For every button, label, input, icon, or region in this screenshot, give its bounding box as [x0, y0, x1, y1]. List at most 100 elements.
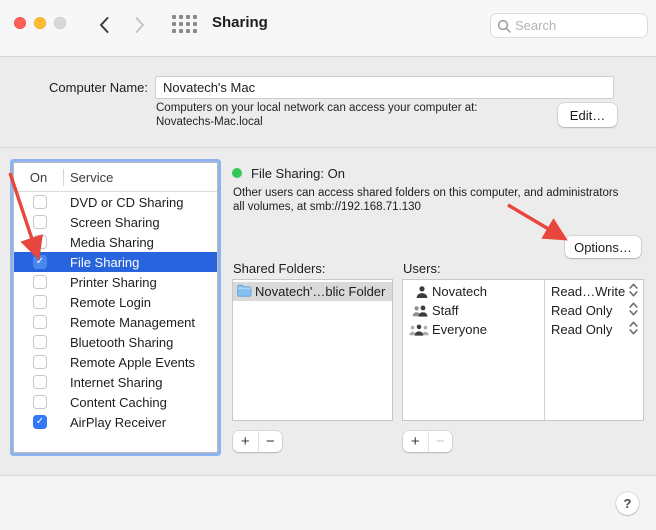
service-row-internet-sharing[interactable]: Internet Sharing — [14, 372, 217, 392]
service-row-bluetooth-sharing[interactable]: Bluetooth Sharing — [14, 332, 217, 352]
services-list: On Service DVD or CD Sharing Screen Shari… — [14, 163, 217, 452]
shared-folders-add-remove: + − — [233, 431, 282, 452]
service-checkbox[interactable] — [33, 215, 47, 229]
service-label: Media Sharing — [70, 235, 154, 250]
column-header-service: Service — [63, 170, 113, 185]
remove-user-button-disabled: − — [428, 431, 453, 452]
search-icon — [497, 19, 511, 33]
permission-stepper-icon[interactable] — [629, 301, 638, 320]
services-header: On Service — [14, 163, 217, 192]
shared-folders-label: Shared Folders: — [233, 261, 326, 276]
column-separator — [63, 169, 64, 186]
users-label: Users: — [403, 261, 441, 276]
service-label: Bluetooth Sharing — [70, 335, 173, 350]
back-button[interactable] — [91, 12, 117, 38]
user-permission-cell: Read Only — [543, 320, 643, 339]
shared-folder-row[interactable]: Novatech'…blic Folder — [233, 282, 392, 301]
description-line-2: all volumes, at smb://192.168.71.130 — [233, 201, 647, 215]
user-name: Novatech — [432, 284, 487, 299]
user-row-novatech[interactable]: Novatech Read…Write — [403, 282, 643, 301]
add-user-button[interactable]: + — [403, 431, 428, 452]
shared-folder-name: Novatech'…blic Folder — [255, 284, 385, 299]
column-header-on: On — [14, 170, 63, 185]
sharing-preferences-window: Sharing Computer Name: Computers on your… — [0, 0, 656, 530]
forward-button[interactable] — [127, 12, 153, 38]
computer-name-help: Computers on your local network can acce… — [156, 101, 478, 129]
users-column-divider — [544, 280, 545, 420]
edit-button[interactable]: Edit… — [558, 103, 617, 127]
user-row-staff[interactable]: Staff Read Only — [403, 301, 643, 320]
service-label: Remote Management — [70, 315, 195, 330]
help-button[interactable]: ? — [616, 492, 639, 515]
users-group-icon — [405, 323, 429, 336]
service-checkbox[interactable] — [33, 395, 47, 409]
folder-icon — [237, 284, 252, 300]
service-label: Internet Sharing — [70, 375, 163, 390]
options-button[interactable]: Options… — [565, 236, 641, 258]
permission-stepper-icon[interactable] — [629, 320, 638, 339]
title-bar: Sharing — [0, 0, 656, 57]
status-green-dot-icon — [232, 168, 242, 178]
user-name: Everyone — [432, 322, 487, 337]
service-row-remote-login[interactable]: Remote Login — [14, 292, 217, 312]
search-field[interactable] — [490, 13, 648, 38]
help-line-2: Novatechs-Mac.local — [156, 115, 478, 129]
service-label: Remote Apple Events — [70, 355, 195, 370]
service-checkbox[interactable] — [33, 295, 47, 309]
service-checkbox[interactable] — [33, 235, 47, 249]
service-row-content-caching[interactable]: Content Caching — [14, 392, 217, 412]
file-sharing-status-title: File Sharing: On — [251, 166, 345, 181]
zoom-button-disabled — [54, 17, 66, 29]
service-row-remote-management[interactable]: Remote Management — [14, 312, 217, 332]
service-checkbox[interactable] — [33, 315, 47, 329]
service-checkbox[interactable] — [33, 335, 47, 349]
service-row-printer-sharing[interactable]: Printer Sharing — [14, 272, 217, 292]
users-list[interactable]: NovatechRead…WriteStaffRead OnlyEveryone… — [402, 279, 644, 421]
service-label: Content Caching — [70, 395, 167, 410]
add-folder-button[interactable]: + — [233, 431, 258, 452]
service-checkbox[interactable]: ✓ — [33, 255, 47, 269]
service-row-media-sharing[interactable]: Media Sharing — [14, 232, 217, 252]
computer-name-input[interactable] — [155, 76, 614, 99]
service-label: File Sharing — [70, 255, 139, 270]
page-title: Sharing — [212, 14, 268, 31]
service-checkbox[interactable]: ✓ — [33, 415, 47, 429]
user-name-cell: Staff — [403, 301, 543, 320]
shared-folders-list[interactable]: Novatech'…blic Folder — [232, 279, 393, 421]
service-row-screen-sharing[interactable]: Screen Sharing — [14, 212, 217, 232]
chevron-left-icon — [98, 16, 110, 34]
users-two-icon — [405, 304, 429, 317]
service-row-remote-apple-events[interactable]: Remote Apple Events — [14, 352, 217, 372]
remove-folder-button[interactable]: − — [258, 431, 283, 452]
users-add-remove: + − — [403, 431, 452, 452]
permission-stepper-icon[interactable] — [629, 282, 638, 301]
service-row-dvd-or-cd-sharing[interactable]: DVD or CD Sharing — [14, 192, 217, 212]
permission-value: Read Only — [551, 322, 612, 337]
section-divider — [0, 147, 656, 148]
permission-value: Read Only — [551, 303, 612, 318]
service-checkbox[interactable] — [33, 275, 47, 289]
service-label: DVD or CD Sharing — [70, 195, 183, 210]
service-label: Remote Login — [70, 295, 151, 310]
bottom-bar — [0, 476, 656, 530]
service-label: Screen Sharing — [70, 215, 160, 230]
minimize-button[interactable] — [34, 17, 46, 29]
user-icon — [405, 285, 429, 299]
service-checkbox[interactable] — [33, 195, 47, 209]
service-checkbox[interactable] — [33, 355, 47, 369]
search-input[interactable] — [515, 18, 641, 33]
service-row-airplay-receiver[interactable]: ✓ AirPlay Receiver — [14, 412, 217, 432]
service-label: AirPlay Receiver — [70, 415, 166, 430]
user-permission-cell: Read Only — [543, 301, 643, 320]
user-row-everyone[interactable]: Everyone Read Only — [403, 320, 643, 339]
user-name: Staff — [432, 303, 459, 318]
file-sharing-description: Other users can access shared folders on… — [233, 187, 647, 214]
help-line-1: Computers on your local network can acce… — [156, 101, 478, 115]
service-row-file-sharing[interactable]: ✓ File Sharing — [14, 252, 217, 272]
service-checkbox[interactable] — [33, 375, 47, 389]
service-label: Printer Sharing — [70, 275, 157, 290]
show-all-grid-icon[interactable] — [172, 15, 198, 39]
permission-value: Read…Write — [551, 284, 625, 299]
close-button[interactable] — [14, 17, 26, 29]
description-line-1: Other users can access shared folders on… — [233, 187, 647, 201]
